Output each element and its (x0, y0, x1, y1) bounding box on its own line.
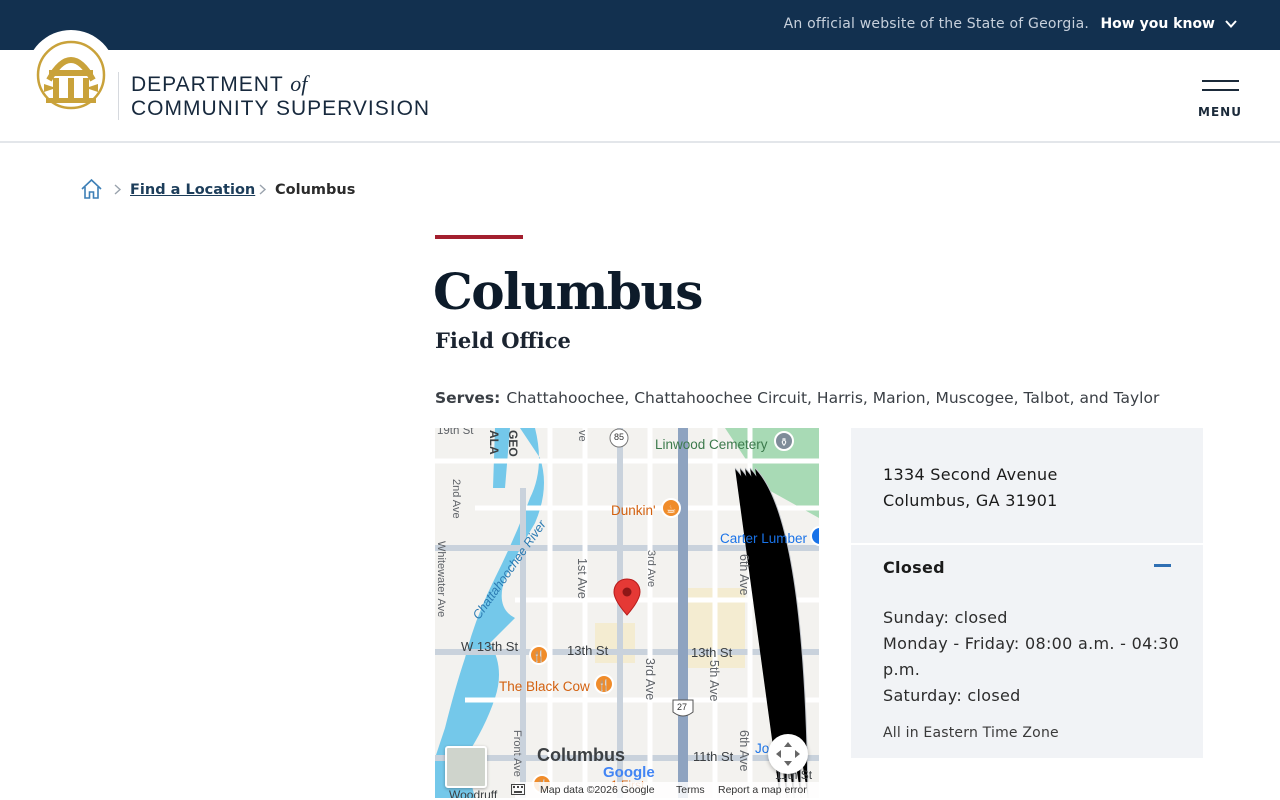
map-poi-label: Dunkin' (611, 503, 656, 518)
header-divider (118, 72, 119, 120)
address-line1: 1334 Second Avenue (883, 465, 1058, 484)
open-status: Closed (883, 558, 945, 577)
map-route-shield: 27 (677, 702, 688, 712)
map-label: 19th St (437, 428, 474, 437)
serves-value: Chattahoochee, Chattahoochee Circuit, Ha… (506, 389, 1160, 407)
keyboard-icon[interactable] (511, 784, 525, 795)
map-attribution: Map data ©2026 Google Terms Report a map… (511, 782, 819, 798)
hours-item: Monday - Friday: 08:00 a.m. - 04:30 p.m. (883, 634, 1180, 679)
map-label: ve (576, 430, 588, 442)
map-camera-control[interactable] (768, 734, 808, 774)
address: 1334 Second Avenue Columbus, GA 31901 (883, 462, 1058, 514)
minus-icon (1154, 564, 1171, 567)
map-layer-toggle[interactable] (445, 746, 487, 788)
chevron-right-icon (114, 184, 122, 195)
camera-move-icon (776, 742, 800, 766)
map-label: Woodruff (449, 788, 498, 798)
logo[interactable] (26, 30, 116, 120)
location-map[interactable]: 19th St Linwood Cemetery Dunkin' Carter … (435, 428, 819, 798)
map-label: 13th St (567, 643, 609, 658)
map-report-error-link[interactable]: Report a map error (718, 784, 807, 796)
page-subtitle: Field Office (435, 328, 571, 353)
map-label: ALA (487, 430, 501, 455)
menu-button[interactable]: MENU (1196, 78, 1244, 122)
address-line2: Columbus, GA 31901 (883, 491, 1058, 510)
map-city-label: Columbus (537, 745, 625, 765)
map-poi-label: Carter Lumber (720, 531, 808, 546)
restaurant-icon[interactable]: 🍴 (594, 674, 614, 694)
chevron-right-icon (259, 184, 267, 195)
map-label: W 13th St (461, 639, 519, 654)
map-data-credit: Map data ©2026 Google (540, 784, 655, 796)
google-logo: Google (603, 764, 655, 781)
site-header: DEPARTMENT of COMMUNITY SUPERVISION MENU (0, 30, 1280, 143)
map-label: 2nd Ave (450, 479, 462, 519)
dept-name-line2: COMMUNITY SUPERVISION (131, 97, 431, 120)
georgia-seal-arch-icon (36, 40, 106, 110)
hours-item: Saturday: closed (883, 686, 1021, 705)
map-label: 3rd Ave (643, 658, 657, 701)
map-label: 11th St (693, 749, 734, 764)
map-label: Linwood Cemetery (655, 437, 768, 452)
title-accent-bar (435, 235, 523, 239)
home-icon[interactable] (80, 178, 103, 200)
dept-name-of: of (290, 71, 308, 96)
map-label: 3rd Ave (645, 550, 657, 588)
serves-label: Serves: (435, 389, 501, 407)
map-label: 13th St (691, 645, 733, 660)
page-title: Columbus (433, 262, 703, 321)
breadcrumb-current: Columbus (275, 182, 356, 198)
hours-list: Sunday: closed Monday - Friday: 08:00 a.… (883, 605, 1183, 709)
map-label: GEO (506, 430, 520, 457)
official-site-text: An official website of the State of Geor… (783, 16, 1089, 32)
restaurant-icon[interactable]: 🍴 (529, 645, 549, 665)
chevron-down-icon[interactable] (1224, 17, 1238, 31)
map-terms-link[interactable]: Terms (676, 784, 705, 796)
timezone-note: All in Eastern Time Zone (883, 725, 1059, 741)
map-route-shield: 85 (614, 432, 625, 442)
map-label: Whitewater Ave (435, 541, 447, 618)
serves-line: Serves: Chattahoochee, Chattahoochee Circ… (435, 389, 1159, 407)
map-label: 5th Ave (707, 660, 721, 702)
hamburger-line (1202, 80, 1239, 82)
map-label: 1st Ave (575, 558, 589, 599)
hours-accordion-toggle[interactable]: Closed (851, 545, 1203, 589)
google-logo-text: Google (603, 764, 655, 781)
how-you-know-link[interactable]: How you know (1100, 16, 1215, 32)
cafe-icon[interactable]: ☕ (661, 498, 681, 518)
cemetery-icon[interactable]: ⚱ (774, 431, 794, 451)
department-name[interactable]: DEPARTMENT of COMMUNITY SUPERVISION (131, 72, 430, 121)
map-label: 6th Ave (737, 730, 751, 772)
map-poi-label: The Black Cow (499, 679, 590, 694)
menu-label: MENU (1198, 105, 1242, 119)
map-label: 6th Ave (737, 554, 751, 596)
hours-item: Sunday: closed (883, 608, 1008, 627)
hamburger-line (1202, 89, 1239, 91)
official-banner: An official website of the State of Geor… (0, 0, 1280, 50)
dept-name-line1: DEPARTMENT (131, 73, 284, 96)
location-info-panel: 1334 Second Avenue Columbus, GA 31901 Cl… (851, 428, 1203, 758)
breadcrumb-find-location[interactable]: Find a Location (130, 182, 255, 198)
map-label: Front Ave (511, 730, 523, 777)
location-pin-icon[interactable] (613, 578, 641, 616)
